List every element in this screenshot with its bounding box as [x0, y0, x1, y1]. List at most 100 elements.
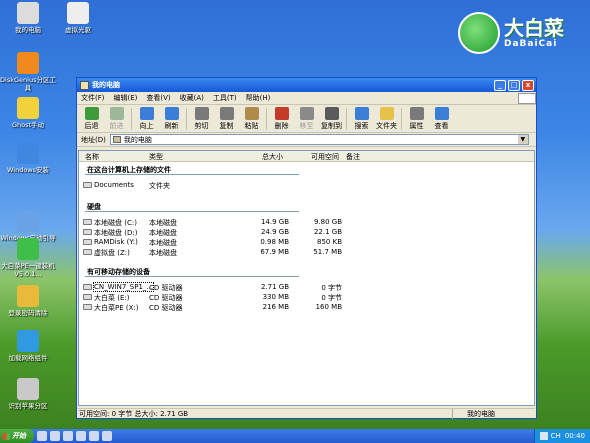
desktop-icon-label: 我的电脑: [15, 26, 41, 34]
list-item[interactable]: Documents 文件夹: [79, 181, 534, 190]
logo-text-cn: 大白菜: [504, 16, 564, 40]
toolbar-button-copy[interactable]: 复制: [214, 106, 239, 131]
toolbar-button-delete[interactable]: 删除: [269, 106, 294, 131]
paste-icon: [244, 106, 259, 120]
column-type[interactable]: 类型: [149, 152, 163, 162]
toolbar-button-forward-arrow[interactable]: 前进: [104, 106, 129, 131]
menu-help[interactable]: 帮助(H): [246, 93, 271, 103]
toolbar-button-folder[interactable]: 文件夹: [374, 106, 399, 131]
quicklaunch-app2-icon[interactable]: [102, 431, 112, 441]
maximize-button[interactable]: □: [508, 79, 520, 91]
toolbar-label: 复制到: [321, 121, 342, 130]
back-arrow-icon: [84, 106, 99, 120]
toolbar-label: 移至: [299, 121, 314, 130]
toolbar-button-search[interactable]: 搜索: [349, 106, 374, 131]
toolbar-label: 属性: [409, 121, 424, 130]
desktop-icon[interactable]: Ghost手动: [0, 97, 56, 129]
address-input[interactable]: 我的电脑 ▼: [109, 134, 529, 145]
toolbar-separator: [401, 107, 402, 130]
ime-label[interactable]: CH: [551, 432, 561, 440]
toolbar-button-up-arrow[interactable]: 向上: [134, 106, 159, 131]
column-header: 名称 类型 总大小 可用空间 备注: [79, 151, 534, 162]
column-free[interactable]: 可用空间: [311, 152, 339, 162]
toolbar-button-refresh[interactable]: 刷新: [159, 106, 184, 131]
column-name[interactable]: 名称: [85, 152, 99, 162]
list-item[interactable]: 本地磁盘 (C:) 本地磁盘 14.9 GB 9.80 GB: [79, 218, 534, 227]
computer-icon: [112, 136, 121, 143]
toolbar-label: 刷新: [164, 121, 179, 130]
menu-bar: 文件(F) 编辑(E) 查看(V) 收藏(A) 工具(T) 帮助(H): [77, 92, 536, 105]
menu-tools[interactable]: 工具(T): [213, 93, 237, 103]
toolbar-button-cut[interactable]: 剪切: [189, 106, 214, 131]
ime-icon[interactable]: [539, 432, 548, 440]
item-size: 0.98 MB: [260, 238, 289, 246]
cd-drive-icon: [83, 294, 92, 300]
address-bar: 地址(D) 我的电脑 ▼: [77, 133, 536, 147]
desktop-icon[interactable]: Windows安装: [0, 142, 56, 174]
refresh-icon: [164, 106, 179, 120]
minimize-button[interactable]: _: [494, 79, 506, 91]
toolbar-button-view[interactable]: 查看: [429, 106, 454, 131]
toolbar-label: 复制: [219, 121, 234, 130]
item-free: 9.80 GB: [313, 218, 342, 226]
item-name: 大白菜PE (X:): [94, 304, 139, 312]
item-size: 14.9 GB: [260, 218, 289, 226]
menu-view[interactable]: 查看(V): [146, 93, 170, 103]
item-size: 216 MB: [262, 303, 289, 311]
desktop-icon[interactable]: 我的电脑: [0, 2, 56, 34]
close-button[interactable]: x: [522, 79, 534, 91]
list-item[interactable]: RAMDisk (Y:) 本地磁盘 0.98 MB 850 KB: [79, 238, 534, 247]
delete-icon: [274, 106, 289, 120]
item-type: 本地磁盘: [149, 219, 177, 227]
menu-edit[interactable]: 编辑(E): [114, 93, 138, 103]
windows-logo-icon: [518, 92, 536, 104]
item-name: CN_WIN7_SP1_...: [92, 282, 155, 292]
toolbar-button-move-to[interactable]: 移至: [294, 106, 319, 131]
logo-text-en: DaBaiCai: [504, 39, 558, 49]
hard-disk-icon: [83, 229, 92, 235]
start-button[interactable]: 开始: [0, 429, 34, 443]
desktop-icon-label: Windows安装: [6, 166, 49, 174]
quicklaunch-ie-icon[interactable]: [63, 431, 73, 441]
quicklaunch-tool-icon[interactable]: [76, 431, 86, 441]
desktop-icon[interactable]: 识别苹果分区: [0, 378, 56, 410]
toolbar-label: 粘贴: [244, 121, 259, 130]
item-name: RAMDisk (Y:): [94, 238, 138, 246]
title-bar[interactable]: 我的电脑 _ □ x: [77, 78, 536, 92]
toolbar-button-back-arrow[interactable]: 后退: [79, 106, 104, 131]
hard-disk-icon: [83, 249, 92, 255]
list-item[interactable]: 大白菜 (E:) CD 驱动器 330 MB 0 字节: [79, 293, 534, 302]
list-item[interactable]: 大白菜PE (X:) CD 驱动器 216 MB 160 MB: [79, 303, 534, 312]
file-list[interactable]: 名称 类型 总大小 可用空间 备注 在这台计算机上存储的文件 Documents 文…: [78, 150, 535, 406]
toolbar-button-properties[interactable]: 属性: [404, 106, 429, 131]
menu-file[interactable]: 文件(F): [81, 93, 105, 103]
desktop-icon[interactable]: 大白菜PE一键装机 V5.0.1...: [0, 238, 56, 278]
disc-icon: [67, 2, 89, 24]
desktop-icon[interactable]: DiskGenius分区工具: [0, 52, 56, 92]
quicklaunch-desktop-icon[interactable]: [37, 431, 47, 441]
chevron-down-icon[interactable]: ▼: [517, 135, 528, 144]
list-item[interactable]: 虚拟盘 (Z:) 本地磁盘 67.9 MB 51.7 MB: [79, 248, 534, 257]
desktop-icon[interactable]: 虚拟光驱: [50, 2, 106, 34]
menu-favorites[interactable]: 收藏(A): [180, 93, 204, 103]
quicklaunch-explorer-icon[interactable]: [50, 431, 60, 441]
quicklaunch-app-icon[interactable]: [89, 431, 99, 441]
list-item[interactable]: 本地磁盘 (D:) 本地磁盘 24.9 GB 22.1 GB: [79, 228, 534, 237]
my-computer-window[interactable]: 我的电脑 _ □ x 文件(F) 编辑(E) 查看(V) 收藏(A) 工具(T)…: [76, 77, 537, 419]
copy-to-icon: [324, 106, 339, 120]
toolbar-button-paste[interactable]: 粘贴: [239, 106, 264, 131]
column-notes[interactable]: 备注: [346, 152, 360, 162]
dabaicai-logo: 大白菜 DaBaiCai: [458, 10, 583, 56]
desktop-icon-label: Ghost手动: [11, 121, 45, 129]
desktop-icon-label: 加载网络组件: [8, 354, 48, 362]
windows-flag-icon: [3, 432, 10, 440]
column-size[interactable]: 总大小: [262, 152, 283, 162]
desktop-icon[interactable]: 加载网络组件: [0, 330, 56, 362]
item-free: 160 MB: [315, 303, 342, 311]
desktop-icon[interactable]: 登录密码清除: [0, 285, 56, 317]
clock[interactable]: 00:40: [565, 432, 585, 440]
toolbar-button-copy-to[interactable]: 复制到: [319, 106, 344, 131]
status-bar: 可用空间: 0 字节 总大小: 2.71 GB 我的电脑: [78, 408, 535, 419]
list-item[interactable]: CN_WIN7_SP1_... CD 驱动器 2.71 GB 0 字节: [79, 282, 534, 292]
item-name: 大白菜 (E:): [94, 294, 130, 302]
